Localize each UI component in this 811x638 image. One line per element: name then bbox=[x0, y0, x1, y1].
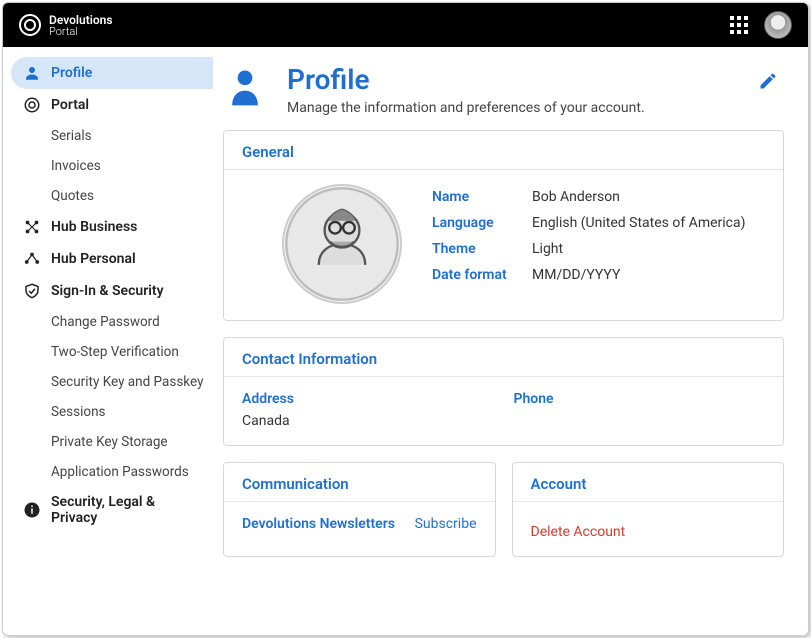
language-label: Language bbox=[432, 215, 532, 231]
main-content: Profile Manage the information and prefe… bbox=[213, 47, 808, 635]
sidebar-label: Profile bbox=[51, 65, 92, 81]
name-label: Name bbox=[432, 189, 532, 205]
portal-icon bbox=[23, 96, 41, 114]
edit-button[interactable] bbox=[752, 65, 784, 101]
general-title: General bbox=[242, 143, 765, 161]
apps-grid-icon[interactable] bbox=[730, 16, 748, 34]
sidebar-item-invoices[interactable]: Invoices bbox=[11, 151, 213, 181]
sidebar-label: Portal bbox=[51, 97, 89, 113]
topbar-right bbox=[730, 11, 792, 39]
sidebar-item-portal[interactable]: Portal bbox=[11, 89, 213, 121]
page-title-block: Profile Manage the information and prefe… bbox=[287, 65, 645, 116]
dateformat-value: MM/DD/YYYY bbox=[532, 267, 620, 283]
hub-personal-icon bbox=[23, 250, 41, 268]
account-card: Account Delete Account bbox=[512, 462, 785, 557]
name-value: Bob Anderson bbox=[532, 189, 620, 205]
sidebar-item-signin-security[interactable]: Sign-In & Security bbox=[11, 275, 213, 307]
sidebar-label: Sign-In & Security bbox=[51, 283, 164, 299]
info-icon bbox=[23, 501, 41, 519]
sidebar-item-hub-business[interactable]: Hub Business bbox=[11, 211, 213, 243]
address-value: Canada bbox=[242, 413, 494, 429]
newsletters-label: Devolutions Newsletters bbox=[242, 516, 395, 532]
body: Profile Portal Serials Invoices Quotes H… bbox=[3, 47, 808, 635]
general-fields: NameBob Anderson LanguageEnglish (United… bbox=[432, 184, 765, 288]
page-title: Profile bbox=[287, 65, 645, 96]
sidebar-item-private-key[interactable]: Private Key Storage bbox=[11, 427, 213, 457]
sidebar-item-legal-privacy[interactable]: Security, Legal & Privacy bbox=[11, 487, 213, 533]
general-card: General bbox=[223, 130, 784, 321]
communication-title: Communication bbox=[242, 475, 477, 493]
subscribe-link[interactable]: Subscribe bbox=[415, 516, 477, 532]
sidebar-item-two-step[interactable]: Two-Step Verification bbox=[11, 337, 213, 367]
profile-avatar bbox=[282, 184, 402, 304]
sidebar: Profile Portal Serials Invoices Quotes H… bbox=[3, 47, 213, 635]
brand-line2: Portal bbox=[49, 26, 113, 37]
profile-page-icon bbox=[223, 65, 267, 109]
user-avatar-icon[interactable] bbox=[764, 11, 792, 39]
theme-value: Light bbox=[532, 241, 563, 257]
contact-title: Contact Information bbox=[242, 350, 765, 368]
sidebar-label: Hub Business bbox=[51, 219, 137, 235]
sidebar-item-change-password[interactable]: Change Password bbox=[11, 307, 213, 337]
bottom-cards: Communication Devolutions Newsletters Su… bbox=[223, 462, 784, 557]
sidebar-item-hub-personal[interactable]: Hub Personal bbox=[11, 243, 213, 275]
brand-line1: Devolutions bbox=[49, 14, 113, 26]
address-label: Address bbox=[242, 391, 494, 407]
sidebar-item-serials[interactable]: Serials bbox=[11, 121, 213, 151]
shield-icon bbox=[23, 282, 41, 300]
sidebar-item-quotes[interactable]: Quotes bbox=[11, 181, 213, 211]
sidebar-label: Security, Legal & Privacy bbox=[51, 494, 201, 526]
page-subtitle: Manage the information and preferences o… bbox=[287, 100, 645, 116]
delete-account-link[interactable]: Delete Account bbox=[531, 524, 626, 540]
page-header: Profile Manage the information and prefe… bbox=[223, 65, 784, 116]
communication-card: Communication Devolutions Newsletters Su… bbox=[223, 462, 496, 557]
hub-business-icon bbox=[23, 218, 41, 236]
sidebar-label: Hub Personal bbox=[51, 251, 136, 267]
app-window: Devolutions Portal Profile Portal Serial… bbox=[2, 2, 809, 636]
contact-card: Contact Information Address Canada Phone bbox=[223, 337, 784, 446]
sidebar-item-security-key[interactable]: Security Key and Passkey bbox=[11, 367, 213, 397]
theme-label: Theme bbox=[432, 241, 532, 257]
sidebar-item-app-passwords[interactable]: Application Passwords bbox=[11, 457, 213, 487]
sidebar-item-sessions[interactable]: Sessions bbox=[11, 397, 213, 427]
phone-label: Phone bbox=[514, 391, 766, 407]
person-icon bbox=[23, 64, 41, 82]
account-title: Account bbox=[531, 475, 766, 493]
language-value: English (United States of America) bbox=[532, 215, 745, 231]
brand-text: Devolutions Portal bbox=[49, 14, 113, 37]
dateformat-label: Date format bbox=[432, 267, 532, 283]
brand-logo-icon bbox=[19, 14, 41, 36]
sidebar-item-profile[interactable]: Profile bbox=[11, 57, 213, 89]
topbar: Devolutions Portal bbox=[3, 3, 808, 47]
brand[interactable]: Devolutions Portal bbox=[19, 14, 113, 37]
